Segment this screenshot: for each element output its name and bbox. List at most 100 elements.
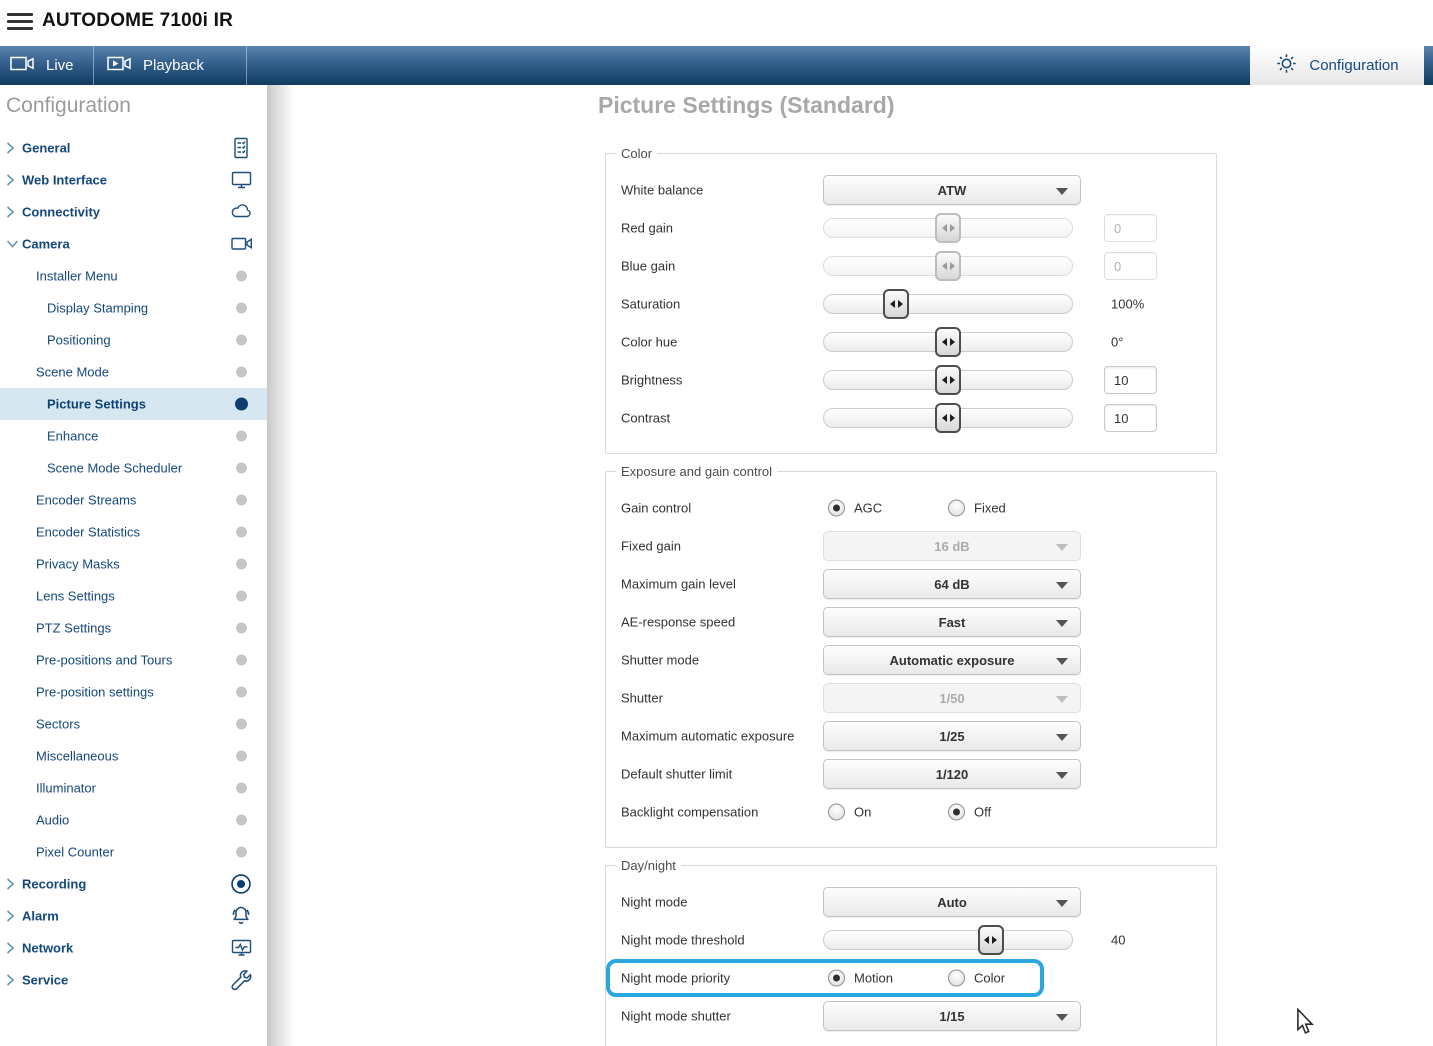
night-mode-dropdown[interactable]: Auto — [823, 887, 1081, 917]
radio-icon — [948, 970, 965, 987]
night-mode-priority-radio-color[interactable]: Color — [948, 970, 1005, 987]
chevron-down-icon — [1056, 1014, 1068, 1021]
field-label-saturation: Saturation — [621, 297, 680, 312]
section-exposure-and-gain-control: Exposure and gain controlGain controlAGC… — [605, 471, 1217, 848]
field-label-night-mode-shutter: Night mode shutter — [621, 1009, 731, 1024]
field-label-color-hue: Color hue — [621, 335, 677, 350]
slider-right-arrow-icon — [950, 338, 955, 346]
radio-icon — [828, 804, 845, 821]
section-day-night: Day/nightNight modeAutoNight mode thresh… — [605, 865, 1217, 1046]
brightness-slider-handle[interactable] — [935, 365, 961, 395]
maximum-gain-level-dropdown[interactable]: 64 dB — [823, 569, 1081, 599]
slider-right-arrow-icon — [950, 376, 955, 384]
field-label-gain-control: Gain control — [621, 501, 691, 516]
field-label-night-mode-threshold: Night mode threshold — [621, 933, 745, 948]
night-mode-threshold-slider-handle[interactable] — [978, 925, 1004, 955]
slider-right-arrow-icon — [950, 262, 955, 270]
dropdown-value: ATW — [938, 183, 967, 198]
radio-label: AGC — [854, 501, 882, 516]
page: AUTODOME 7100i IR Live Playback — [0, 0, 1433, 1046]
section-color: ColorWhite balanceATWRed gain0Blue gain0… — [605, 153, 1217, 454]
field-label-default-shutter-limit: Default shutter limit — [621, 767, 732, 782]
chevron-down-icon — [1056, 582, 1068, 589]
radio-label: Fixed — [974, 501, 1006, 516]
color-hue-value: 0° — [1111, 335, 1123, 350]
brightness-input[interactable]: 10 — [1104, 366, 1157, 394]
slider-left-arrow-icon — [942, 414, 947, 422]
dropdown-value: 16 dB — [934, 539, 969, 554]
slider-left-arrow-icon — [942, 224, 947, 232]
chevron-down-icon — [1056, 900, 1068, 907]
slider-left-arrow-icon — [942, 262, 947, 270]
radio-label: Color — [974, 971, 1005, 986]
chevron-down-icon — [1056, 188, 1068, 195]
saturation-value: 100% — [1111, 297, 1144, 312]
saturation-slider-track[interactable] — [823, 294, 1073, 314]
main-content: Picture Settings (Standard) ColorWhite b… — [0, 0, 1433, 1046]
white-balance-dropdown[interactable]: ATW — [823, 175, 1081, 205]
dropdown-value: Automatic exposure — [890, 653, 1015, 668]
chevron-down-icon — [1056, 620, 1068, 627]
field-label-backlight-compensation: Backlight compensation — [621, 805, 758, 820]
field-label-shutter-mode: Shutter mode — [621, 653, 699, 668]
field-label-maximum-automatic-exposure: Maximum automatic exposure — [621, 729, 794, 744]
radio-selected-icon — [828, 970, 845, 987]
dropdown-value: 1/25 — [939, 729, 964, 744]
contrast-input[interactable]: 10 — [1104, 404, 1157, 432]
color-hue-slider-handle[interactable] — [935, 327, 961, 357]
night-mode-priority-radio-motion[interactable]: Motion — [828, 970, 893, 987]
field-label-night-mode-priority: Night mode priority — [621, 971, 730, 986]
dropdown-value: 1/15 — [939, 1009, 964, 1024]
section-legend: Day/night — [616, 858, 681, 873]
field-label-red-gain: Red gain — [621, 221, 673, 236]
dropdown-value: 1/50 — [939, 691, 964, 706]
page-title: Picture Settings (Standard) — [598, 92, 894, 119]
dropdown-value: 64 dB — [934, 577, 969, 592]
chevron-down-icon — [1056, 544, 1068, 551]
field-label-ae-response-speed: AE-response speed — [621, 615, 735, 630]
radio-selected-icon — [828, 500, 845, 517]
saturation-slider-handle[interactable] — [883, 289, 909, 319]
field-label-maximum-gain-level: Maximum gain level — [621, 577, 736, 592]
field-label-blue-gain: Blue gain — [621, 259, 675, 274]
slider-left-arrow-icon — [984, 936, 989, 944]
contrast-slider-handle[interactable] — [935, 403, 961, 433]
night-mode-shutter-dropdown[interactable]: 1/15 — [823, 1001, 1081, 1031]
maximum-automatic-exposure-dropdown[interactable]: 1/25 — [823, 721, 1081, 751]
slider-left-arrow-icon — [942, 338, 947, 346]
slider-right-arrow-icon — [898, 300, 903, 308]
dropdown-value: 1/120 — [936, 767, 969, 782]
backlight-compensation-radio-off[interactable]: Off — [948, 804, 991, 821]
chevron-down-icon — [1056, 658, 1068, 665]
chevron-down-icon — [1056, 696, 1068, 703]
field-label-contrast: Contrast — [621, 411, 670, 426]
slider-right-arrow-icon — [992, 936, 997, 944]
gain-control-radio-agc[interactable]: AGC — [828, 500, 882, 517]
shutter-mode-dropdown[interactable]: Automatic exposure — [823, 645, 1081, 675]
chevron-down-icon — [1056, 734, 1068, 741]
shutter-dropdown: 1/50 — [823, 683, 1081, 713]
section-legend: Color — [616, 146, 657, 161]
dropdown-value: Auto — [937, 895, 967, 910]
slider-right-arrow-icon — [950, 224, 955, 232]
slider-left-arrow-icon — [942, 376, 947, 384]
default-shutter-limit-dropdown[interactable]: 1/120 — [823, 759, 1081, 789]
field-label-shutter: Shutter — [621, 691, 663, 706]
radio-icon — [948, 500, 965, 517]
fixed-gain-dropdown: 16 dB — [823, 531, 1081, 561]
field-label-fixed-gain: Fixed gain — [621, 539, 681, 554]
ae-response-speed-dropdown[interactable]: Fast — [823, 607, 1081, 637]
slider-right-arrow-icon — [950, 414, 955, 422]
backlight-compensation-radio-on[interactable]: On — [828, 804, 871, 821]
slider-left-arrow-icon — [890, 300, 895, 308]
radio-label: On — [854, 805, 871, 820]
radio-label: Motion — [854, 971, 893, 986]
gain-control-radio-fixed[interactable]: Fixed — [948, 500, 1006, 517]
dropdown-value: Fast — [939, 615, 966, 630]
radio-selected-icon — [948, 804, 965, 821]
night-mode-threshold-slider-track[interactable] — [823, 930, 1073, 950]
field-label-brightness: Brightness — [621, 373, 682, 388]
red-gain-input: 0 — [1104, 214, 1157, 242]
blue-gain-slider-handle — [935, 251, 961, 281]
chevron-down-icon — [1056, 772, 1068, 779]
